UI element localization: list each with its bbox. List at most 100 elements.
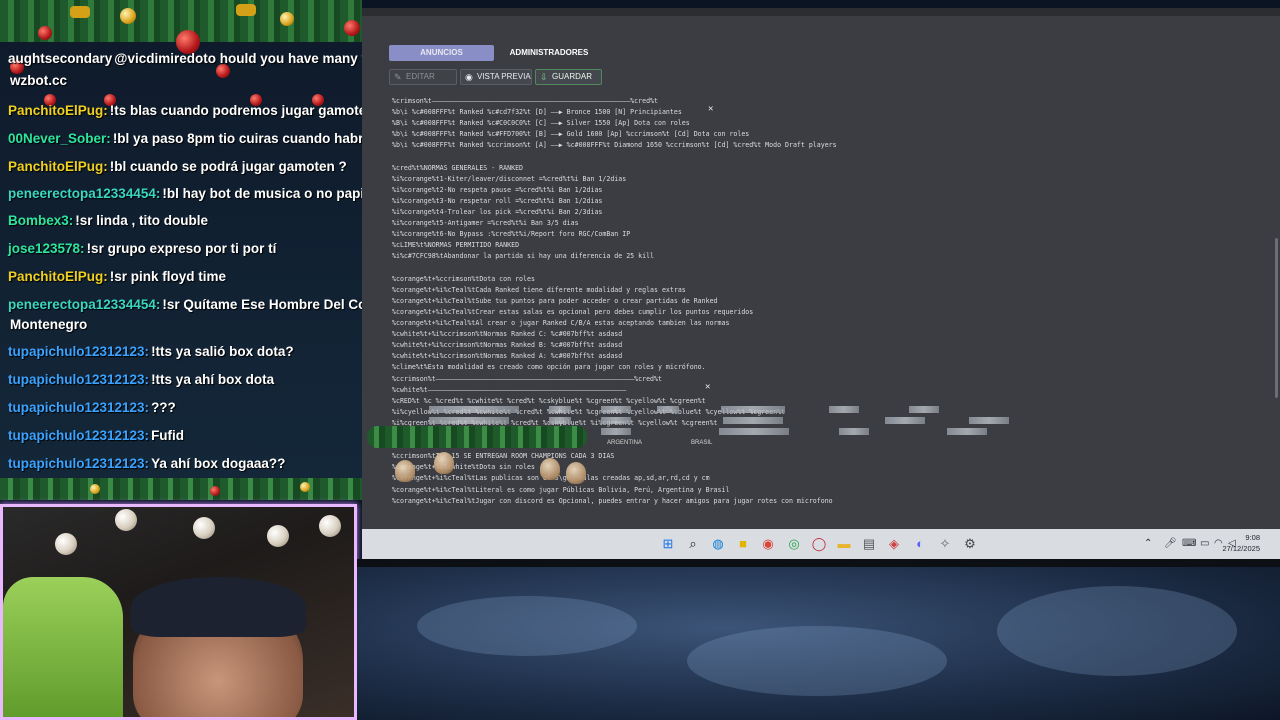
- flag-label-brasil: BRASIL: [691, 440, 713, 446]
- edit-button-label: EDITAR: [406, 72, 435, 81]
- wifi-icon[interactable]: ◠: [1214, 538, 1223, 549]
- redacted-block: [947, 428, 987, 435]
- chat-username[interactable]: aughtsecondary: [8, 51, 112, 66]
- chat-username[interactable]: tupapichulo12312123:: [8, 456, 149, 471]
- chat-username[interactable]: PanchitoElPug:: [8, 269, 108, 284]
- chat-message: tupapichulo12312123: Fufid: [8, 427, 360, 445]
- editor-scrollbar[interactable]: [1275, 238, 1278, 398]
- chat-message: aughtsecondary @vicdimiredoto hould you h…: [8, 50, 362, 68]
- edit-icon: ✎: [394, 72, 402, 82]
- search-icon[interactable]: ⌕: [685, 536, 701, 552]
- flag-label-argentina: ARGENTINA: [607, 440, 643, 446]
- notes-app-icon[interactable]: ■: [735, 536, 751, 552]
- chat-message: tupapichulo12312123: !tts ya salió box do…: [8, 343, 360, 361]
- preview-button[interactable]: ◉ VISTA PREVIA: [460, 69, 532, 85]
- redacted-block: [549, 417, 571, 424]
- editor-line: %i%c#7CFC98%tAbandonar la partida si hay…: [392, 252, 655, 261]
- ornament-icon: [55, 533, 77, 555]
- discord-icon[interactable]: ◐: [912, 536, 928, 552]
- system-clock[interactable]: 9:08 27/12/2025: [1222, 532, 1260, 554]
- chat-username[interactable]: tupapichulo12312123:: [8, 400, 149, 415]
- chat-username[interactable]: jose123578:: [8, 241, 85, 256]
- ornament-icon: [319, 515, 341, 537]
- redacted-block: [429, 406, 519, 413]
- window-topbar: [362, 8, 1280, 16]
- network-tool-icon[interactable]: ✧: [937, 536, 953, 552]
- save-button-label: GUARDAR: [552, 72, 593, 81]
- angel-ornament-icon: [540, 458, 560, 480]
- editor-line: %B\i %c#008FFF%t Ranked %c#C0C0C0%t [C] …: [392, 119, 690, 128]
- tab-administradores[interactable]: ADMINISTRADORES: [500, 45, 598, 61]
- opera-browser-icon[interactable]: ◯: [811, 536, 827, 552]
- bow-icon: [236, 4, 256, 16]
- editor-line: %b\i %c#008FFF%t Ranked %c#FFD700%t [B] …: [392, 130, 750, 139]
- ornament-icon: [193, 517, 215, 539]
- save-button[interactable]: ⇩ GUARDAR: [535, 69, 602, 85]
- editor-line: %b\i %c#008FFF%t Ranked %ccrimson%t [A] …: [392, 141, 837, 150]
- ornament-icon: [300, 482, 310, 492]
- editor-line: %cRED%t %c %cred%t %cwhite%t %cred%t %cs…: [392, 396, 706, 405]
- chrome-browser-icon[interactable]: ◉: [760, 536, 776, 552]
- start-windows-icon[interactable]: ⊞: [660, 536, 676, 552]
- keyboard-icon[interactable]: ⌨: [1182, 538, 1196, 549]
- whatsapp-icon[interactable]: ◎: [786, 536, 802, 552]
- redacted-block: [829, 406, 859, 413]
- redacted-block: [885, 417, 925, 424]
- editor-line: %corange%t+%i%cTeal%tCrear estas salas e…: [392, 307, 754, 316]
- redacted-block: [549, 406, 571, 413]
- chat-username[interactable]: tupapichulo12312123:: [8, 344, 149, 359]
- announcement-editor[interactable]: %crimson%t——————————————————————————————…: [389, 92, 1277, 512]
- chevron-up-icon[interactable]: ⌃: [1144, 538, 1152, 549]
- ornament-icon: [38, 26, 52, 40]
- file-explorer-icon[interactable]: ▬: [836, 536, 852, 552]
- tab-anuncios[interactable]: ANUNCIOS: [389, 45, 494, 61]
- redacted-block: [601, 406, 631, 413]
- chat-username[interactable]: peneerectopa12334454:: [8, 186, 160, 201]
- edge-browser-icon[interactable]: ◍: [710, 536, 726, 552]
- chat-text: Fufid: [151, 428, 185, 443]
- chat-text: !bl cuando se podrá jugar gamoten ?: [109, 159, 347, 174]
- chat-text: !ts blas cuando podremos jugar gamoten ?: [109, 103, 362, 118]
- editor-line: %i%corange%t3-No respetar roll =%cred%t%…: [392, 196, 603, 205]
- edit-button[interactable]: ✎ EDITAR: [389, 69, 457, 85]
- redacted-block: [839, 428, 869, 435]
- chat-username[interactable]: PanchitoElPug:: [8, 159, 108, 174]
- ornament-icon: [267, 525, 289, 547]
- chat-text: @vicdimiredoto hould you have many vi: [114, 51, 362, 66]
- chat-username[interactable]: tupapichulo12312123:: [8, 428, 149, 443]
- chat-text: Montenegro: [10, 317, 88, 332]
- chat-text: Ya ahí box dogaaa??: [151, 456, 286, 471]
- chat-text: !tts ya ahí box dota: [151, 372, 275, 387]
- chat-message: wzbot.cc: [8, 72, 360, 90]
- ornament-icon: [210, 486, 220, 496]
- editor-line: %crimson%t——————————————————————————————…: [392, 97, 658, 105]
- chat-message: jose123578: !sr grupo expreso por ti por …: [8, 240, 360, 258]
- chat-panel: aughtsecondary @vicdimiredoto hould you h…: [0, 0, 362, 500]
- monitor-icon[interactable]: ▭: [1200, 538, 1209, 549]
- editor-line: %b\i %c#008FFF%t Ranked %c#cd7f32%t [D] …: [392, 108, 682, 117]
- chat-username[interactable]: PanchitoElPug:: [8, 103, 108, 118]
- redacted-block: [723, 417, 783, 424]
- chat-message: tupapichulo12312123: Ya ahí box dogaaa??: [8, 455, 360, 473]
- chat-message: tupapichulo12312123:???: [8, 399, 360, 417]
- chat-username[interactable]: 00Never_Sober:: [8, 131, 111, 146]
- settings-gear-icon[interactable]: ⚙: [962, 536, 978, 552]
- document-app-icon[interactable]: ▤: [861, 536, 877, 552]
- chat-text: !sr pink floyd time: [109, 269, 227, 284]
- ornament-icon: [120, 8, 136, 24]
- chat-message: peneerectopa12334454: !bl hay bot de musi…: [8, 185, 362, 203]
- editor-line: %ccrimson%tTOP 15 SE ENTREGAN ROOM CHAMP…: [392, 452, 615, 461]
- redacted-block: [909, 406, 939, 413]
- windows-taskbar: ⊞ ⌕ ◍ ■ ◉ ◎ ◯ ▬ ▤ ◈ ◐ ✧ ⚙ ⌃ 🎤︎ ⌨ ▭ ◠ ◁ 9…: [362, 529, 1280, 559]
- microphone-icon[interactable]: 🎤︎: [1164, 538, 1177, 549]
- redacted-block: [721, 406, 785, 413]
- editor-line: %i%corange%t6-No Bypass :%cred%t%i/Repor…: [392, 230, 631, 239]
- chat-text: !sr linda , tito double: [75, 213, 209, 228]
- game-app-icon[interactable]: ◈: [886, 536, 902, 552]
- chat-username[interactable]: peneerectopa12334454:: [8, 297, 160, 312]
- chat-username[interactable]: Bombex3:: [8, 213, 73, 228]
- redacted-block: [969, 417, 1009, 424]
- chat-message: Bombex3: !sr linda , tito double: [8, 212, 360, 230]
- close-icon: ✕: [708, 104, 714, 114]
- chat-username[interactable]: tupapichulo12312123:: [8, 372, 149, 387]
